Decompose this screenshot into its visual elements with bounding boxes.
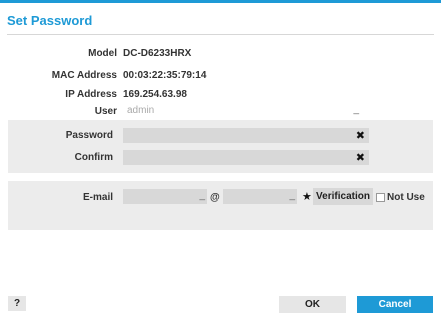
user-field: admin _ bbox=[123, 103, 361, 118]
email-label: E-mail bbox=[82, 192, 113, 203]
close-icon[interactable]: ✖ bbox=[356, 151, 365, 164]
title-divider bbox=[7, 34, 434, 35]
user-value: admin bbox=[127, 105, 155, 116]
not-use-label[interactable]: Not Use bbox=[387, 192, 425, 203]
ip-address-label: IP Address bbox=[65, 89, 117, 100]
mac-address-value: 00:03:22:35:79:14 bbox=[123, 70, 207, 81]
not-use-checkbox[interactable] bbox=[376, 193, 385, 202]
ip-address-value: 169.254.63.98 bbox=[123, 89, 187, 100]
model-label: Model bbox=[88, 48, 117, 59]
cancel-button[interactable]: Cancel bbox=[357, 296, 433, 313]
model-value: DC-D6233HRX bbox=[123, 48, 192, 59]
at-symbol: @ bbox=[210, 192, 220, 203]
verification-button[interactable]: Verification bbox=[313, 188, 373, 205]
user-cursor: _ bbox=[353, 104, 359, 115]
password-panel: Password ✖ Confirm ✖ bbox=[8, 120, 433, 173]
email-domain-cursor: _ bbox=[289, 190, 295, 201]
ok-button[interactable]: OK bbox=[279, 296, 346, 313]
password-label: Password bbox=[65, 130, 113, 141]
password-input[interactable]: ✖ bbox=[123, 128, 369, 143]
confirm-input[interactable]: ✖ bbox=[123, 150, 369, 165]
email-domain-input[interactable]: _ bbox=[223, 189, 297, 204]
user-label: User bbox=[94, 106, 117, 117]
email-user-input[interactable]: _ bbox=[123, 189, 207, 204]
close-icon[interactable]: ✖ bbox=[356, 129, 365, 142]
email-user-cursor: _ bbox=[199, 190, 205, 201]
email-panel: E-mail _ @ _ ★ Verification Not Use bbox=[8, 181, 433, 230]
dialog-title: Set Password bbox=[7, 13, 93, 28]
mac-address-label: MAC Address bbox=[51, 70, 117, 81]
star-icon[interactable]: ★ bbox=[302, 190, 312, 203]
help-button[interactable]: ? bbox=[8, 296, 26, 311]
dialog: Set Password Model DC-D6233HRX MAC Addre… bbox=[0, 0, 441, 315]
confirm-label: Confirm bbox=[74, 152, 113, 163]
